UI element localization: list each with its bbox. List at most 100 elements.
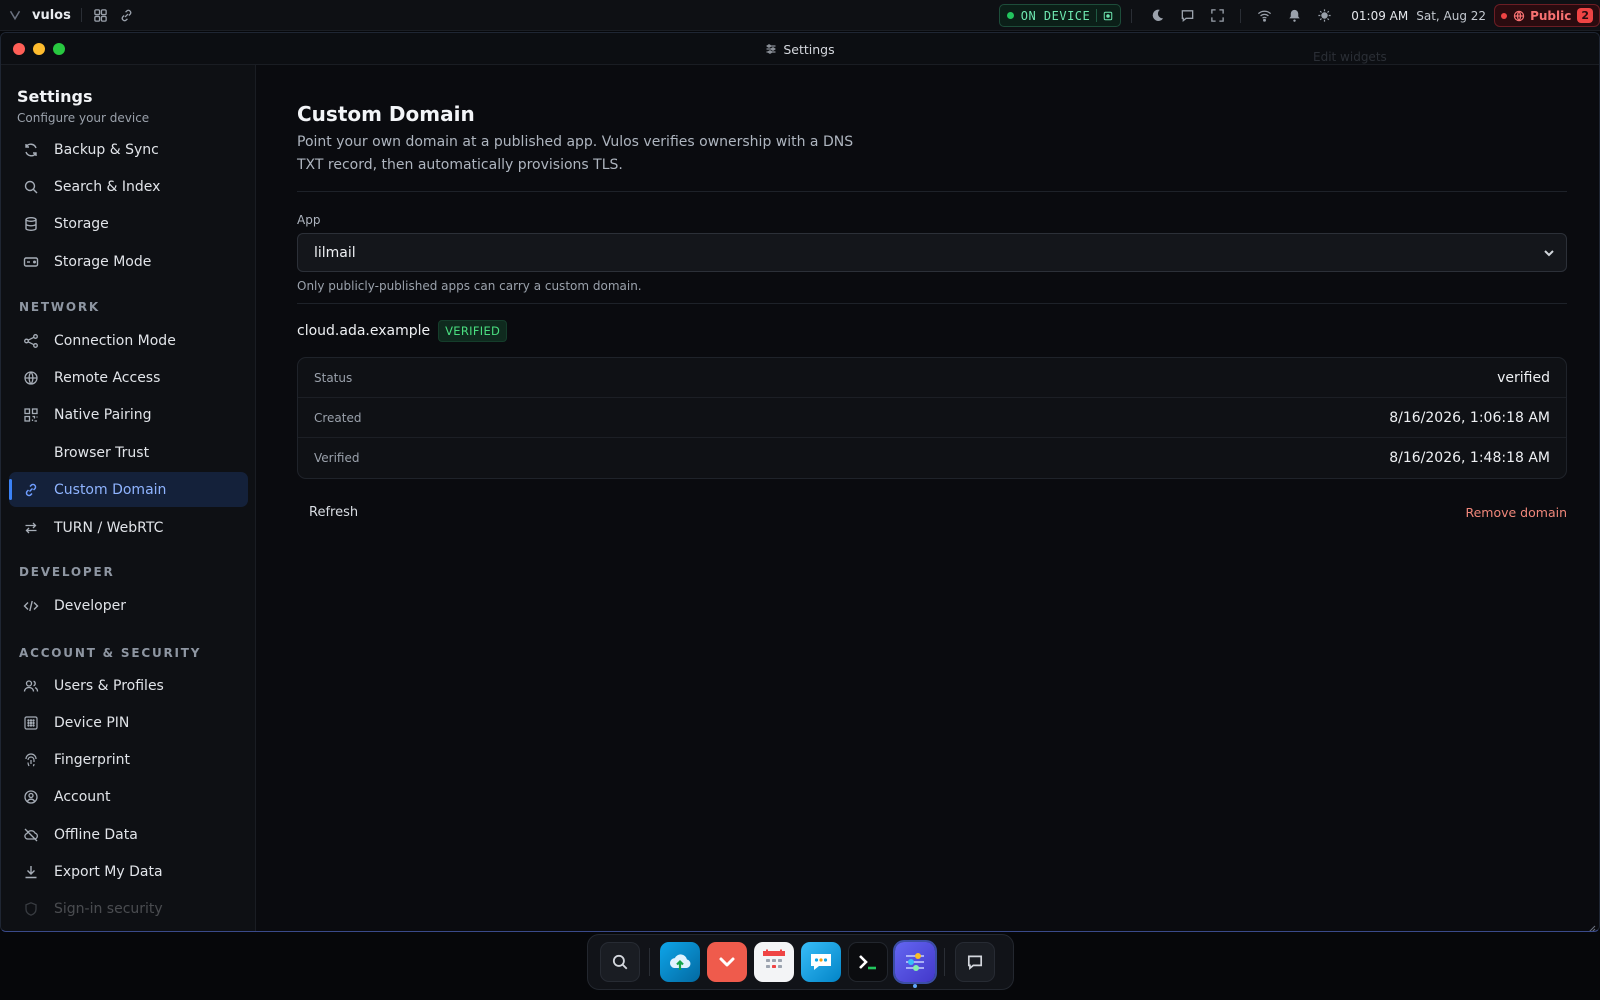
settings-icon bbox=[905, 953, 924, 971]
page-title: Custom Domain bbox=[297, 102, 475, 126]
clock-date[interactable]: Sat, Aug 22 bbox=[1416, 9, 1486, 23]
dock-terminal-app[interactable] bbox=[847, 942, 888, 982]
sidebar-item-label: Search & Index bbox=[54, 178, 161, 195]
sidebar-item-label: TURN / WebRTC bbox=[54, 519, 164, 536]
dock-cloud-app[interactable] bbox=[659, 942, 700, 982]
sidebar-item-search-index[interactable]: Search & Index bbox=[9, 169, 248, 204]
on-device-status[interactable]: ON DEVICE bbox=[998, 4, 1122, 27]
chat-bubble-icon[interactable] bbox=[1178, 7, 1196, 25]
sidebar-item-label: Offline Data bbox=[54, 826, 138, 843]
sidebar-item-custom-domain[interactable]: Custom Domain bbox=[9, 472, 248, 507]
refresh-icon bbox=[21, 140, 41, 160]
section-divider bbox=[297, 303, 1567, 304]
window-titlebar[interactable]: Settings Edit widgets bbox=[1, 33, 1599, 65]
system-top-bar: vulos ON DEVICE 01:09 AM Sat, Aug 22 Pub… bbox=[0, 0, 1600, 31]
sidebar-item-label: Browser Trust bbox=[54, 444, 150, 461]
users-icon bbox=[21, 676, 41, 696]
sidebar-item-label: Storage bbox=[54, 215, 109, 232]
dock-settings-app[interactable] bbox=[892, 940, 937, 988]
detail-value: 8/16/2026, 1:48:18 AM bbox=[1389, 450, 1550, 466]
sidebar-item-storage[interactable]: Storage bbox=[9, 206, 248, 241]
sidebar-item-label: Fingerprint bbox=[54, 751, 130, 768]
sidebar-item-label: Sign-in security bbox=[54, 900, 163, 917]
close-window-button[interactable] bbox=[13, 42, 25, 55]
dock-chat-app[interactable] bbox=[800, 942, 841, 982]
moon-icon[interactable] bbox=[1148, 7, 1166, 25]
sidebar-item-native-pairing[interactable]: Native Pairing bbox=[9, 397, 248, 432]
dock-messages-button[interactable] bbox=[954, 942, 995, 982]
fingerprint-icon bbox=[21, 750, 41, 770]
sidebar-item-users-profiles[interactable]: Users & Profiles bbox=[9, 668, 248, 703]
user-circle-icon bbox=[21, 787, 41, 807]
app-field-label: App bbox=[297, 213, 321, 227]
share-nodes-icon bbox=[21, 331, 41, 351]
brand-name[interactable]: vulos bbox=[32, 8, 71, 23]
sidebar-item-connection-mode[interactable]: Connection Mode bbox=[9, 323, 248, 358]
remove-domain-button[interactable]: Remove domain bbox=[1465, 500, 1567, 524]
sidebar-item-browser-trust[interactable]: Browser Trust bbox=[9, 435, 248, 470]
brightness-icon[interactable] bbox=[1315, 7, 1333, 25]
detail-row-created: Created 8/16/2026, 1:06:18 AM bbox=[298, 398, 1566, 438]
sidebar-item-fingerprint[interactable]: Fingerprint bbox=[9, 742, 248, 777]
apps-grid-icon[interactable] bbox=[92, 6, 110, 24]
sidebar-item-label: Native Pairing bbox=[54, 406, 152, 423]
sidebar-item-account[interactable]: Account bbox=[9, 779, 248, 814]
page-description: Point your own domain at a published app… bbox=[297, 134, 854, 173]
globe-icon bbox=[21, 368, 41, 388]
sidebar-item-turn-webrtc[interactable]: TURN / WebRTC bbox=[9, 510, 248, 545]
sidebar-item-export-my-data[interactable]: Export My Data bbox=[9, 854, 248, 889]
search-icon bbox=[21, 177, 41, 197]
swap-arrows-icon bbox=[21, 518, 41, 538]
section-divider bbox=[297, 191, 1567, 192]
vulos-logo-icon bbox=[8, 8, 22, 22]
sidebar-item-label: Developer bbox=[54, 597, 127, 614]
chat-icon bbox=[810, 954, 831, 970]
wifi-icon[interactable] bbox=[1255, 7, 1273, 25]
domain-details-card: Status verified Created 8/16/2026, 1:06:… bbox=[297, 357, 1567, 479]
sidebar-item-label: Users & Profiles bbox=[54, 677, 164, 694]
sidebar-item-storage-mode[interactable]: Storage Mode bbox=[9, 244, 248, 279]
database-icon bbox=[21, 214, 41, 234]
keypad-icon bbox=[21, 713, 41, 733]
resize-grip-icon[interactable] bbox=[1586, 918, 1596, 931]
sidebar-item-sign-in-security[interactable]: Sign-in security bbox=[9, 891, 248, 926]
settings-window: Settings Edit widgets Settings Configure… bbox=[0, 32, 1600, 932]
detail-value: 8/16/2026, 1:06:18 AM bbox=[1389, 409, 1550, 426]
dock-calendar-app[interactable] bbox=[753, 942, 794, 982]
sidebar-title: Settings bbox=[17, 87, 93, 106]
chevron-down-icon bbox=[1542, 246, 1556, 260]
minimize-window-button[interactable] bbox=[33, 42, 45, 55]
device-status-label: ON DEVICE bbox=[1020, 8, 1091, 23]
section-heading-developer: DEVELOPER bbox=[19, 565, 115, 579]
domain-header: cloud.ada.example VERIFIED bbox=[297, 320, 508, 342]
public-count-badge: 2 bbox=[1577, 8, 1593, 23]
download-icon bbox=[21, 862, 41, 882]
link-icon bbox=[21, 480, 41, 500]
sidebar-item-offline-data[interactable]: Offline Data bbox=[9, 817, 248, 852]
clock-time[interactable]: 01:09 AM bbox=[1351, 9, 1408, 23]
dock-search-button[interactable] bbox=[599, 942, 640, 982]
sidebar-item-device-pin[interactable]: Device PIN bbox=[9, 705, 248, 740]
domain-name: cloud.ada.example bbox=[297, 323, 431, 339]
sidebar-item-backup-sync[interactable]: Backup & Sync bbox=[9, 132, 248, 167]
search-icon bbox=[612, 954, 627, 970]
dock-pocket-app[interactable] bbox=[706, 942, 747, 982]
public-visibility-badge[interactable]: Public 2 bbox=[1494, 4, 1600, 27]
link-chain-icon[interactable] bbox=[118, 6, 136, 24]
bell-icon[interactable] bbox=[1285, 7, 1303, 25]
sidebar-item-remote-access[interactable]: Remote Access bbox=[9, 360, 248, 395]
maximize-window-button[interactable] bbox=[53, 42, 65, 55]
refresh-button[interactable]: Refresh bbox=[297, 497, 370, 527]
sidebar-item-label: Remote Access bbox=[54, 369, 161, 386]
drive-icon bbox=[21, 252, 41, 272]
detail-key: Verified bbox=[314, 451, 360, 465]
app-select[interactable]: lilmail bbox=[297, 233, 1567, 272]
app-select-value: lilmail bbox=[314, 244, 356, 261]
sidebar-item-developer[interactable]: Developer bbox=[9, 588, 248, 623]
fullscreen-icon[interactable] bbox=[1208, 7, 1226, 25]
settings-sidebar: Settings Configure your device Backup & … bbox=[1, 65, 256, 931]
sidebar-item-label: Export My Data bbox=[54, 863, 163, 880]
detail-row-verified: Verified 8/16/2026, 1:48:18 AM bbox=[298, 438, 1566, 478]
section-heading-network: NETWORK bbox=[19, 300, 101, 314]
globe-icon bbox=[1513, 10, 1525, 21]
